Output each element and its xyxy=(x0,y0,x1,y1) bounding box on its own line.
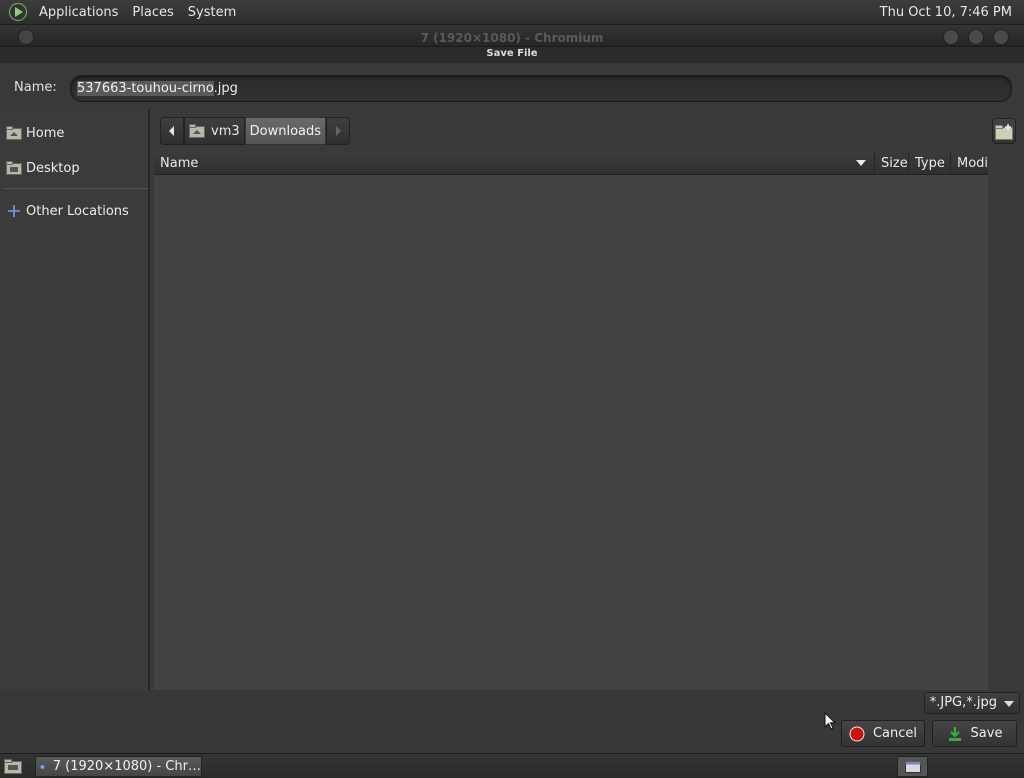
path-segment-label: vm3 xyxy=(211,123,240,139)
path-segment-vm3[interactable]: vm3 xyxy=(184,117,245,145)
sidebar-item-home[interactable]: Home xyxy=(0,118,148,148)
new-folder-icon xyxy=(995,124,1013,140)
chevron-right-icon xyxy=(336,126,342,136)
mouse-cursor-icon xyxy=(824,712,837,730)
save-label: Save xyxy=(970,726,1003,741)
sidebar-item-label: Desktop xyxy=(26,160,80,176)
chevron-down-icon xyxy=(1004,701,1014,707)
name-row: Name: 537663-touhou-cirno.jpg xyxy=(0,63,1024,110)
file-browser: vm3 Downloads Name Size Type Modif xyxy=(152,110,1024,690)
download-icon xyxy=(948,726,961,741)
path-back-button[interactable] xyxy=(160,117,184,145)
chevron-left-icon xyxy=(169,126,174,136)
menu-places[interactable]: Places xyxy=(125,0,180,25)
filename-extension-text: .jpg xyxy=(213,81,238,96)
close-icon[interactable] xyxy=(993,29,1009,45)
dialog-action-area: *.JPG,*.jpg Cancel Save xyxy=(0,690,1024,753)
menu-system[interactable]: System xyxy=(181,0,243,25)
sidebar-item-desktop[interactable]: Desktop xyxy=(0,153,148,183)
sidebar-divider xyxy=(4,188,148,189)
window-titlebar[interactable]: 7 (1920×1080) - Chromium xyxy=(0,25,1024,47)
file-list-scroll-area xyxy=(988,152,1024,690)
top-panel: Applications Places System Thu Oct 10, 7… xyxy=(0,0,1024,25)
bottom-taskbar: 7 (1920×1080) - Chr… xyxy=(0,753,1024,778)
column-header-type[interactable]: Type xyxy=(908,152,950,175)
column-header-name[interactable]: Name xyxy=(154,152,874,175)
taskbar-item-chromium[interactable]: 7 (1920×1080) - Chr… xyxy=(35,756,202,777)
cancel-icon xyxy=(849,726,865,741)
sidebar-item-label: Home xyxy=(26,125,65,141)
cancel-button[interactable]: Cancel xyxy=(841,720,925,747)
chromium-icon xyxy=(40,764,45,769)
workspace-icon xyxy=(905,761,921,773)
places-sidebar: Home Desktop Other Locations xyxy=(0,110,150,690)
file-list-header: Name Size Type Modif xyxy=(154,152,988,175)
name-label: Name: xyxy=(14,80,57,95)
menu-applications[interactable]: Applications xyxy=(32,0,125,25)
path-segment-downloads[interactable]: Downloads xyxy=(244,117,327,145)
window-title: 7 (1920×1080) - Chromium xyxy=(420,31,604,45)
file-manager-icon[interactable] xyxy=(3,758,23,775)
clock[interactable]: Thu Oct 10, 7:46 PM xyxy=(880,0,1012,25)
sort-descending-icon xyxy=(856,160,866,166)
minimize-icon[interactable] xyxy=(943,29,959,45)
maximize-icon[interactable] xyxy=(968,29,984,45)
file-type-filter-dropdown[interactable]: *.JPG,*.jpg xyxy=(923,692,1020,714)
column-header-size[interactable]: Size xyxy=(874,152,908,175)
sidebar-item-label: Other Locations xyxy=(26,203,129,219)
filename-input[interactable]: 537663-touhou-cirno.jpg xyxy=(70,75,1012,102)
workspace-switcher[interactable] xyxy=(897,756,928,777)
home-folder-icon xyxy=(189,124,205,138)
desktop-folder-icon xyxy=(6,161,22,175)
plus-icon xyxy=(8,205,20,217)
filename-selected-text: 537663-touhou-cirno xyxy=(77,81,214,96)
save-button[interactable]: Save xyxy=(932,720,1017,747)
taskbar-item-label: 7 (1920×1080) - Chr… xyxy=(52,759,201,774)
cancel-label: Cancel xyxy=(872,726,918,741)
filter-value: *.JPG,*.jpg xyxy=(929,695,997,710)
file-list[interactable]: Name Size Type Modif xyxy=(154,152,988,690)
path-bar: vm3 Downloads xyxy=(160,116,351,146)
dialog-title: Save File xyxy=(0,47,1024,63)
create-folder-button[interactable] xyxy=(992,118,1016,144)
path-forward-button[interactable] xyxy=(326,117,351,145)
home-folder-icon xyxy=(6,126,22,140)
applications-menu-icon[interactable] xyxy=(8,2,28,22)
sidebar-item-other-locations[interactable]: Other Locations xyxy=(0,196,148,226)
column-header-modified[interactable]: Modif xyxy=(950,152,988,175)
path-segment-label: Downloads xyxy=(249,123,322,139)
